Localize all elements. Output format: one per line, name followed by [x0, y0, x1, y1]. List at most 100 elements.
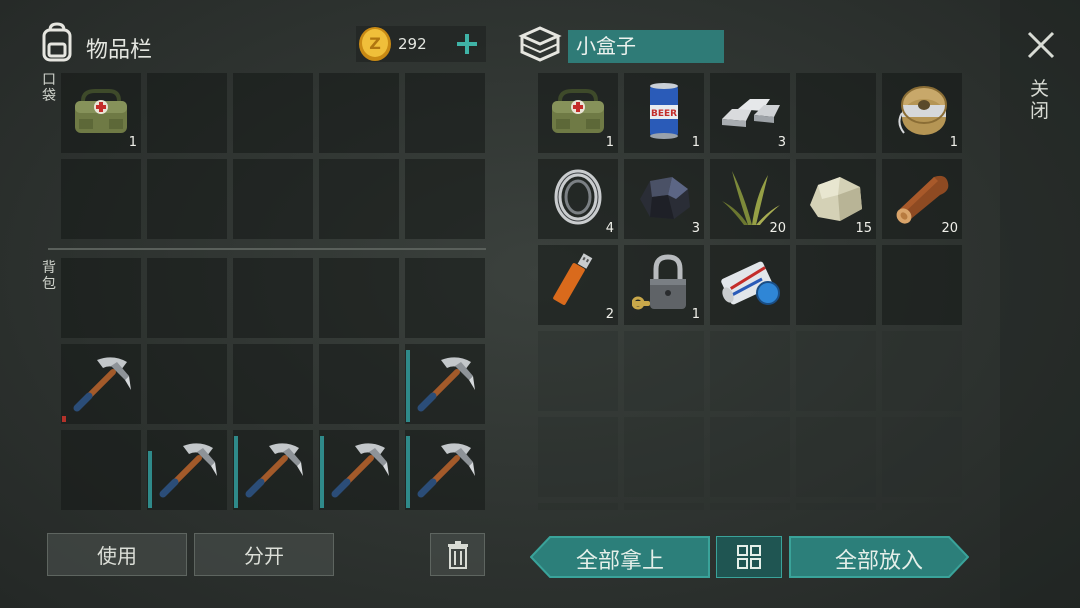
empty-slot[interactable] — [796, 73, 876, 153]
item-slot[interactable]: 1 — [538, 73, 618, 153]
put-all-label: 全部放入 — [834, 549, 923, 574]
item-slot[interactable] — [233, 430, 313, 510]
close-label[interactable]: 关闭 — [1030, 78, 1052, 122]
backpack-icon — [38, 22, 76, 62]
item-slot[interactable]: 15 — [796, 159, 876, 239]
item-slot[interactable]: 20 — [710, 159, 790, 239]
empty-slot[interactable] — [405, 258, 485, 338]
empty-slot[interactable] — [61, 430, 141, 510]
item-quantity: 3 — [691, 221, 700, 236]
bearing-ring-icon — [546, 165, 610, 229]
empty-slot[interactable] — [882, 417, 962, 497]
trash-button[interactable] — [430, 533, 485, 576]
empty-slot[interactable] — [710, 417, 790, 497]
empty-slot[interactable] — [319, 73, 399, 153]
item-quantity: 4 — [605, 221, 614, 236]
empty-slot[interactable] — [61, 258, 141, 338]
item-quantity: 1 — [691, 135, 700, 150]
empty-slot[interactable] — [796, 331, 876, 411]
empty-slot[interactable] — [147, 344, 227, 424]
sort-grid-button[interactable] — [716, 536, 782, 578]
wood-log-icon — [890, 165, 954, 229]
coal-ore-icon — [632, 165, 696, 229]
empty-slot[interactable] — [405, 73, 485, 153]
empty-slot[interactable] — [538, 331, 618, 411]
durability-bar — [406, 436, 410, 508]
item-slot[interactable]: 3 — [624, 159, 704, 239]
item-slot[interactable]: BEER 1 — [624, 73, 704, 153]
empty-slot[interactable] — [319, 344, 399, 424]
empty-slot[interactable] — [882, 245, 962, 325]
empty-slot[interactable] — [882, 331, 962, 411]
trash-icon — [447, 540, 468, 569]
empty-slot[interactable] — [233, 73, 313, 153]
empty-slot[interactable] — [624, 331, 704, 411]
wire-spool-icon — [890, 79, 954, 143]
medkit-bag-icon — [546, 79, 610, 143]
empty-slot[interactable] — [796, 503, 876, 510]
item-slot[interactable]: 1 — [61, 73, 141, 153]
use-button[interactable]: 使用 — [47, 533, 187, 576]
item-slot[interactable] — [61, 344, 141, 424]
empty-slot[interactable] — [710, 331, 790, 411]
empty-slot[interactable] — [233, 258, 313, 338]
take-all-button[interactable]: 全部拿上 — [530, 536, 710, 578]
empty-slot[interactable] — [624, 417, 704, 497]
add-coins-button[interactable] — [452, 28, 482, 60]
item-slot[interactable] — [147, 430, 227, 510]
empty-slot[interactable] — [882, 503, 962, 510]
item-quantity: 20 — [769, 221, 786, 236]
empty-slot[interactable] — [147, 73, 227, 153]
plant-fiber-icon — [718, 165, 782, 229]
item-slot[interactable]: 20 — [882, 159, 962, 239]
item-quantity: 1 — [605, 135, 614, 150]
item-slot[interactable]: 2 — [538, 245, 618, 325]
map-scroll-icon — [718, 251, 782, 315]
split-button[interactable]: 分开 — [194, 533, 334, 576]
stone-icon — [804, 165, 868, 229]
item-quantity: 3 — [777, 135, 786, 150]
empty-slot[interactable] — [233, 159, 313, 239]
empty-slot[interactable] — [796, 417, 876, 497]
empty-slot[interactable] — [147, 159, 227, 239]
pickaxe-icon — [155, 436, 219, 500]
empty-slot[interactable] — [61, 159, 141, 239]
metal-ingot-icon — [718, 79, 782, 143]
empty-slot[interactable] — [319, 159, 399, 239]
empty-slot[interactable] — [624, 503, 704, 510]
item-slot[interactable]: 4 — [538, 159, 618, 239]
durability-bar — [320, 436, 324, 508]
item-slot[interactable] — [710, 245, 790, 325]
item-slot[interactable] — [405, 344, 485, 424]
item-slot[interactable]: 3 — [710, 73, 790, 153]
empty-slot[interactable] — [405, 159, 485, 239]
pickaxe-icon — [327, 436, 391, 500]
take-all-label: 全部拿上 — [575, 549, 664, 574]
close-icon — [1027, 31, 1055, 59]
item-quantity: 2 — [605, 307, 614, 322]
item-slot[interactable]: 1 — [624, 245, 704, 325]
item-slot[interactable] — [319, 430, 399, 510]
put-all-button[interactable]: 全部放入 — [789, 536, 969, 578]
empty-slot[interactable] — [710, 503, 790, 510]
coin-icon: Z — [358, 26, 392, 62]
section-divider — [48, 248, 486, 250]
item-slot[interactable] — [405, 430, 485, 510]
inventory-title: 物品栏 — [86, 38, 153, 63]
empty-slot[interactable] — [233, 344, 313, 424]
empty-slot[interactable] — [538, 417, 618, 497]
svg-text:BEER: BEER — [651, 109, 677, 119]
backpack-section-label: 背包 — [42, 260, 56, 292]
durability-bar — [406, 350, 410, 422]
empty-slot[interactable] — [319, 258, 399, 338]
item-slot[interactable]: 1 — [882, 73, 962, 153]
container-name-field[interactable]: 小盒子 — [568, 30, 724, 63]
coin-amount: 292 — [398, 35, 427, 53]
pickaxe-icon — [413, 436, 477, 500]
item-quantity: 20 — [941, 221, 958, 236]
close-button[interactable] — [1022, 26, 1060, 64]
empty-slot[interactable] — [796, 245, 876, 325]
empty-slot[interactable] — [538, 503, 618, 510]
box-icon — [518, 24, 562, 64]
empty-slot[interactable] — [147, 258, 227, 338]
